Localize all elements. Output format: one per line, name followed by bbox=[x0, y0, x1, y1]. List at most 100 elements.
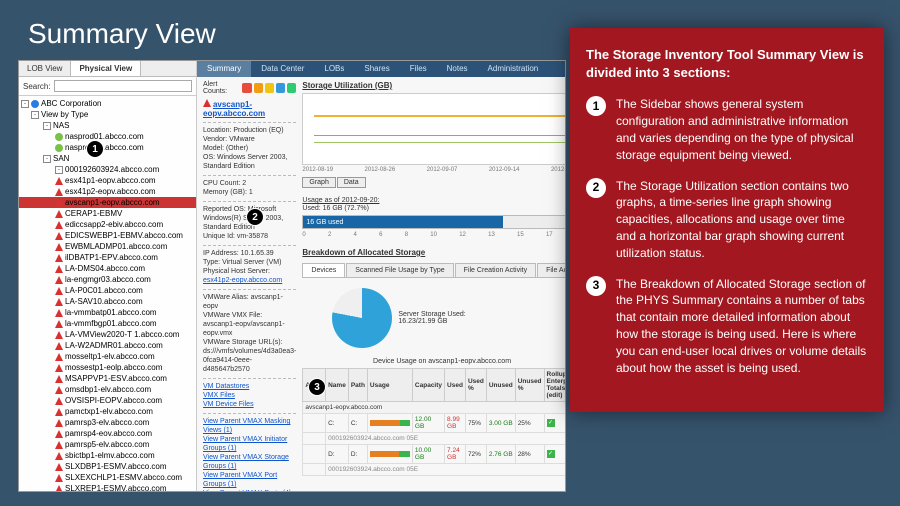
alert-info-icon[interactable] bbox=[276, 83, 285, 93]
table-row[interactable]: C:C:12.00 GB8.99 GB75%3.00 GB25%✓ bbox=[303, 414, 565, 433]
tree-item[interactable]: LA-DMS04.abcco.com bbox=[19, 263, 196, 274]
info: Model: (Other) bbox=[203, 144, 296, 153]
search-input[interactable] bbox=[54, 80, 192, 92]
info-link[interactable]: View Parent VMAX Port Groups (1) bbox=[203, 471, 296, 489]
alert-ok-icon[interactable] bbox=[287, 83, 296, 93]
graph-button[interactable]: Graph bbox=[302, 177, 335, 188]
search-label: Search: bbox=[23, 82, 51, 91]
tab-admin[interactable]: Administration bbox=[478, 61, 549, 77]
tree-viewby[interactable]: View by Type bbox=[41, 109, 88, 120]
usage-title: Usage as of 2012-09-20: bbox=[302, 196, 565, 205]
tree-item[interactable]: omsdbp1-elv.abcco.com bbox=[19, 384, 196, 395]
alert-major-icon[interactable] bbox=[254, 83, 263, 93]
info: avscanp1-eopv/avscanp1-eopv.vmx bbox=[203, 320, 296, 338]
pie-chart bbox=[332, 288, 392, 348]
tree-nas[interactable]: NAS bbox=[53, 120, 69, 131]
tree-item[interactable]: SLXREP1-ESMV.abcco.com bbox=[19, 483, 196, 491]
col-header[interactable]: Capacity bbox=[412, 369, 444, 402]
tree-item[interactable]: MSAPPVP1-ESV.abcco.com bbox=[19, 373, 196, 384]
alert-warning-icon[interactable] bbox=[265, 83, 274, 93]
tree-item[interactable]: EDICSWEBP1-EBMV.abcco.com bbox=[19, 230, 196, 241]
tree[interactable]: -ABC Corporation -View by Type -NAS nasp… bbox=[19, 96, 196, 491]
tree-item[interactable]: nasprod01.abcco.com bbox=[65, 131, 144, 142]
tree-item[interactable]: la-vmmfbgp01.abcco.com bbox=[19, 318, 196, 329]
host-link[interactable]: esx41p2-eopv.abcco.com bbox=[203, 276, 296, 285]
info-link[interactable]: View Parent VMAX Initiator Groups (1) bbox=[203, 435, 296, 453]
tree-item[interactable]: pamrsp4-eov.abcco.com bbox=[19, 428, 196, 439]
collapse-icon[interactable]: - bbox=[43, 122, 51, 130]
col-header[interactable]: Used % bbox=[465, 369, 486, 402]
info-link[interactable]: VM Datastores bbox=[203, 382, 296, 391]
tree-item[interactable]: esx41p2-eopv.abcco.com bbox=[19, 186, 196, 197]
collapse-icon[interactable]: - bbox=[21, 100, 29, 108]
col-header[interactable]: Rollup to Enterprise Totals? (edit) bbox=[544, 369, 565, 402]
tree-item[interactable]: mosseltp1-elv.abcco.com bbox=[19, 351, 196, 362]
tree-item[interactable]: esx41p1-eopv.abcco.com bbox=[19, 175, 196, 186]
tree-item[interactable]: SLXDBP1-ESMV.abcco.com bbox=[19, 461, 196, 472]
tree-root[interactable]: ABC Corporation bbox=[41, 98, 101, 109]
tree-item[interactable]: CERAP1-EBMV bbox=[19, 208, 196, 219]
alert-triangle-icon bbox=[55, 441, 63, 449]
alert-counts: Alert Counts: bbox=[203, 81, 296, 95]
tree-item[interactable]: sbictbp1-elmv.abcco.com bbox=[19, 450, 196, 461]
btab-fileac[interactable]: File Ac bbox=[537, 263, 565, 277]
tree-item[interactable]: pamctxp1-elv.abcco.com bbox=[19, 406, 196, 417]
tree-item[interactable]: LA-P0C01.abcco.com bbox=[19, 285, 196, 296]
check-icon[interactable]: ✓ bbox=[547, 450, 555, 458]
tab-physical-view[interactable]: Physical View bbox=[71, 61, 141, 76]
tree-item[interactable]: pamrsp3-elv.abcco.com bbox=[19, 417, 196, 428]
tree-item[interactable]: EWBMLADMP01.abcco.com bbox=[19, 241, 196, 252]
col-header[interactable]: Unused bbox=[486, 369, 515, 402]
tree-item[interactable]: LA-W2ADMR01.abcco.com bbox=[19, 340, 196, 351]
tree-item[interactable]: LA-SAV10.abcco.com bbox=[19, 296, 196, 307]
tree-item[interactable]: ediccsapp2-ebiv.abcco.com bbox=[19, 219, 196, 230]
tree-item[interactable]: OVSISPI-EOPV.abcco.com bbox=[19, 395, 196, 406]
info: Unique Id: vm-35878 bbox=[203, 232, 296, 241]
tree-serial[interactable]: 000192603924.abcco.com bbox=[65, 164, 159, 175]
check-icon[interactable]: ✓ bbox=[547, 419, 555, 427]
table-row-label: avscanp1-eopv.abcco.com bbox=[303, 402, 565, 414]
collapse-icon[interactable]: - bbox=[43, 155, 51, 163]
table-row[interactable]: D:D:10.00 GB7.24 GB72%2.76 GB28%✓ bbox=[303, 445, 565, 464]
tab-lob-view[interactable]: LOB View bbox=[19, 61, 71, 76]
alert-triangle-icon bbox=[55, 430, 63, 438]
tab-shares[interactable]: Shares bbox=[354, 61, 399, 77]
status-ok-icon bbox=[55, 144, 63, 152]
btab-devices[interactable]: Devices bbox=[302, 263, 345, 277]
info-link[interactable]: View Parent VMAX Ports (4) bbox=[203, 489, 296, 491]
info-link[interactable]: View Parent VMAX Storage Groups (1) bbox=[203, 453, 296, 471]
col-header[interactable]: Path bbox=[348, 369, 367, 402]
col-header[interactable]: Usage bbox=[367, 369, 412, 402]
info-link[interactable]: VMX Files bbox=[203, 391, 296, 400]
collapse-icon[interactable]: - bbox=[31, 111, 39, 119]
tree-item[interactable]: pamrsp5-elv.abcco.com bbox=[19, 439, 196, 450]
tree-item[interactable]: mossestp1-eolp.abcco.com bbox=[19, 362, 196, 373]
utilization-chart[interactable] bbox=[302, 93, 565, 165]
alert-critical-icon[interactable] bbox=[242, 83, 251, 93]
tree-item[interactable]: LA-VMView2020-T 1.abcco.com bbox=[19, 329, 196, 340]
collapse-icon[interactable]: - bbox=[55, 166, 63, 174]
tab-files[interactable]: Files bbox=[400, 61, 437, 77]
info-link[interactable]: VM Device Files bbox=[203, 400, 296, 409]
btab-fileactivity[interactable]: File Creation Activity bbox=[455, 263, 536, 277]
tab-notes[interactable]: Notes bbox=[437, 61, 478, 77]
tree-item[interactable]: ilDBATP1-EPV.abcco.com bbox=[19, 252, 196, 263]
tree-item[interactable]: avscanp1-eopv.abcco.com bbox=[19, 197, 196, 208]
tree-item[interactable]: nasprod02.abcco.com bbox=[65, 142, 144, 153]
info-link[interactable]: View Parent VMAX Masking Views (1) bbox=[203, 417, 296, 435]
host-link[interactable]: avscanp1-eopv.abcco.com bbox=[203, 100, 265, 118]
col-header[interactable]: Name bbox=[326, 369, 349, 402]
btab-filetype[interactable]: Scanned File Usage by Type bbox=[346, 263, 453, 277]
tab-lobs[interactable]: LOBs bbox=[314, 61, 354, 77]
col-header[interactable]: Unused % bbox=[515, 369, 544, 402]
tab-summary[interactable]: Summary bbox=[197, 61, 251, 77]
tree-item[interactable]: SLXEXCHLP1-ESMV.abcco.com bbox=[19, 472, 196, 483]
annotation-badge-3: 3 bbox=[308, 378, 326, 396]
tree-item[interactable]: la-vmmbatp01.abcco.com bbox=[19, 307, 196, 318]
tab-datacenter[interactable]: Data Center bbox=[251, 61, 314, 77]
tree-item[interactable]: la-engmgr03.abcco.com bbox=[19, 274, 196, 285]
panel-text-3: The Breakdown of Allocated Storage secti… bbox=[616, 276, 868, 377]
data-button[interactable]: Data bbox=[337, 177, 366, 188]
tree-san[interactable]: SAN bbox=[53, 153, 69, 164]
col-header[interactable]: Used bbox=[445, 369, 466, 402]
